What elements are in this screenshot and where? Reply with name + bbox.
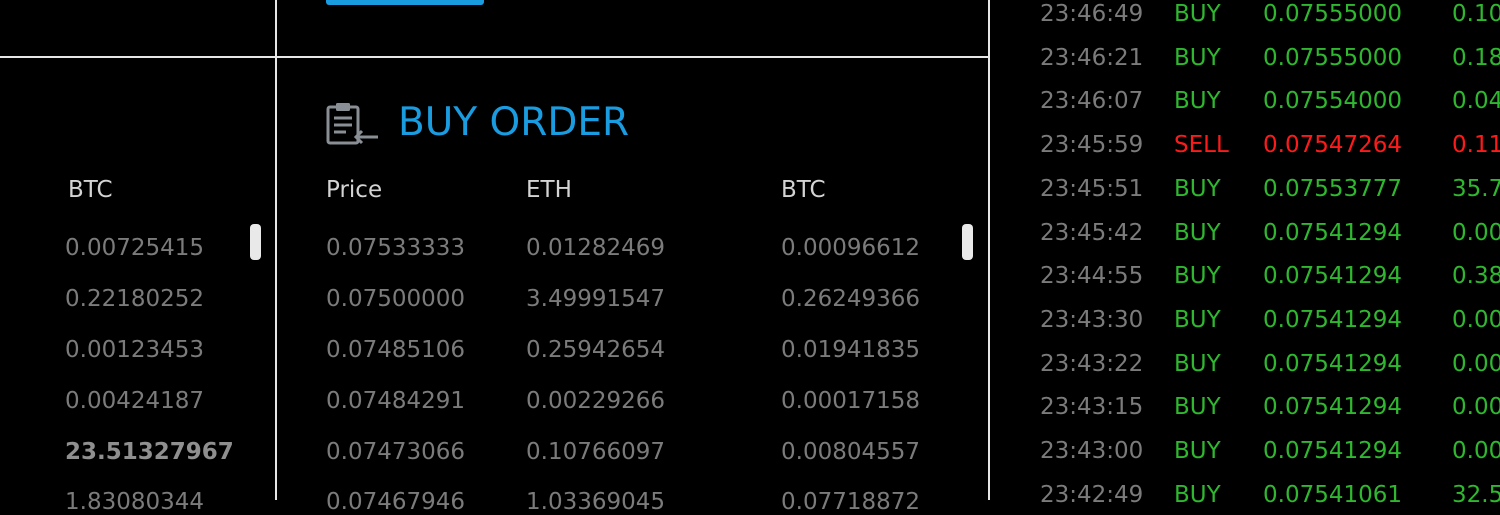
btc-cell: 0.26249366 [781,286,921,312]
trade-side: BUY [1174,263,1221,289]
trade-side: BUY [1174,220,1221,246]
price-cell: 0.07473066 [326,439,466,465]
trade-time: 23:42:49 [1040,482,1144,508]
trade-side: BUY [1174,482,1221,508]
trade-side: BUY [1174,88,1221,114]
eth-cell: 0.25942654 [526,337,666,363]
trade-price: 0.07541294 [1263,307,1403,333]
trade-time: 23:46:21 [1040,45,1144,71]
btc-cell: 0.00096612 [781,235,921,261]
trade-side: BUY [1174,176,1221,202]
price-cell: 0.07533333 [326,235,466,261]
trade-price: 0.07541294 [1263,394,1403,420]
list-item: 0.00725415 [65,235,205,261]
list-item: 0.00123453 [65,337,205,363]
eth-cell: 0.00229266 [526,388,666,414]
btc-cell: 0.07718872 [781,489,921,515]
column-header-btc: BTC [781,177,826,203]
list-item: 0.00424187 [65,388,205,414]
trade-amount: 35.7 [1452,176,1500,202]
trade-price: 0.07554000 [1263,88,1403,114]
column-divider-right [988,0,990,500]
price-cell: 0.07467946 [326,489,466,515]
column-header-btc: BTC [68,177,113,203]
eth-cell: 0.01282469 [526,235,666,261]
trade-price: 0.07541294 [1263,220,1403,246]
trade-side: BUY [1174,307,1221,333]
trade-time: 23:43:00 [1040,438,1144,464]
btc-cell: 0.01941835 [781,337,921,363]
price-cell: 0.07484291 [326,388,466,414]
page-title: BUY ORDER [398,100,630,145]
list-item: 0.22180252 [65,286,205,312]
eth-cell: 0.10766097 [526,439,666,465]
trade-amount: 0.10 [1452,1,1500,27]
price-cell: 0.07485106 [326,337,466,363]
trade-amount: 0.00 [1452,438,1500,464]
trade-amount: 0.00 [1452,220,1500,246]
trade-time: 23:46:49 [1040,1,1144,27]
eth-cell: 3.49991547 [526,286,666,312]
trade-price: 0.07541294 [1263,438,1403,464]
trade-amount: 0.00 [1452,394,1500,420]
column-header-price: Price [326,177,383,203]
trade-time: 23:44:55 [1040,263,1144,289]
scrollbar-thumb[interactable] [250,224,261,260]
list-item: 23.51327967 [65,439,234,465]
column-header-eth: ETH [526,177,572,203]
trade-amount: 0.00 [1452,307,1500,333]
row-divider [0,56,989,58]
trade-amount: 0.11 [1452,132,1500,158]
trade-amount: 32.5 [1452,482,1500,508]
trade-price: 0.07547264 [1263,132,1403,158]
trade-side: BUY [1174,394,1221,420]
trade-price: 0.07553777 [1263,176,1403,202]
trade-amount: 0.18 [1452,45,1500,71]
trade-price: 0.07541294 [1263,351,1403,377]
trade-price: 0.07555000 [1263,45,1403,71]
trade-side: SELL [1174,132,1229,158]
btc-cell: 0.00804557 [781,439,921,465]
trade-side: BUY [1174,45,1221,71]
column-divider-left [275,0,277,500]
trade-amount: 0.04 [1452,88,1500,114]
trade-side: BUY [1174,351,1221,377]
scrollbar-thumb[interactable] [962,224,973,260]
trade-time: 23:46:07 [1040,88,1144,114]
trade-time: 23:45:42 [1040,220,1144,246]
price-cell: 0.07500000 [326,286,466,312]
list-item: 1.83080344 [65,489,205,515]
trade-side: BUY [1174,1,1221,27]
trade-price: 0.07541294 [1263,263,1403,289]
trade-price: 0.07541061 [1263,482,1403,508]
trade-time: 23:45:51 [1040,176,1144,202]
clipboard-list-icon [326,101,382,147]
eth-cell: 1.03369045 [526,489,666,515]
btc-cell: 0.00017158 [781,388,921,414]
trade-amount: 0.38 [1452,263,1500,289]
trade-time: 23:43:30 [1040,307,1144,333]
trade-side: BUY [1174,438,1221,464]
trade-time: 23:45:59 [1040,132,1144,158]
trade-amount: 0.00 [1452,351,1500,377]
trade-time: 23:43:22 [1040,351,1144,377]
trade-time: 23:43:15 [1040,394,1144,420]
trade-price: 0.07555000 [1263,1,1403,27]
submit-order-button[interactable] [326,0,484,5]
